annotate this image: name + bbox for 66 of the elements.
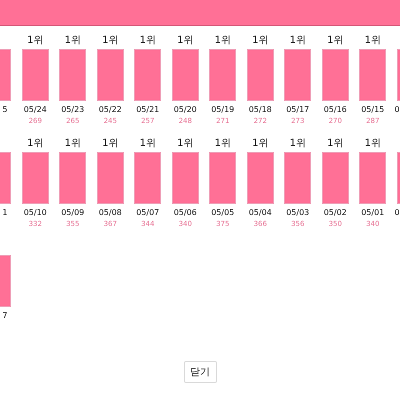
rank-label: 1위 (102, 138, 118, 150)
date-label: 05/19 (210, 105, 236, 115)
rank-bar (359, 152, 386, 204)
rank-bar (22, 152, 49, 204)
rank-bar (134, 49, 162, 101)
rank-bar (359, 49, 386, 101)
rank-bar (22, 49, 49, 101)
date-label: 05/15 (360, 105, 386, 115)
date-label: 05/18 (248, 105, 273, 115)
date-label: 05/05 (210, 208, 236, 218)
rank-label: 1위 (327, 35, 344, 47)
rank-bar (59, 152, 86, 204)
rank-bar (246, 152, 274, 204)
rank-label: 1위 (27, 35, 44, 47)
date-label: 05/08 (98, 208, 123, 218)
date-label: 05/24 (22, 105, 48, 115)
rank-bar (246, 49, 274, 101)
date-label: 7 (1, 311, 8, 321)
date-label: 05/10 (22, 208, 48, 218)
date-label: 1 (1, 208, 8, 218)
rank-bar (172, 49, 199, 101)
date-label: 0 (394, 105, 400, 115)
date-label: 05/02 (322, 208, 348, 218)
rank-label: 1위 (102, 35, 118, 47)
date-label: 05/03 (285, 208, 310, 218)
rank-label: 1위 (140, 35, 156, 47)
rank-label: 1위 (290, 35, 306, 47)
rank-label: 1위 (327, 138, 344, 150)
date-label: 05/17 (285, 105, 310, 115)
rank-bar (209, 152, 236, 204)
rank-label: 1위 (64, 138, 81, 150)
rank-label: 1위 (214, 35, 231, 47)
rank-bar (322, 49, 349, 101)
rank-label: 1위 (252, 35, 268, 47)
rank-label: 1위 (252, 138, 268, 150)
date-label: 05/09 (60, 208, 86, 218)
rank-label: 1위 (140, 138, 156, 150)
rank-bar (96, 49, 124, 101)
rank-label: 1위 (27, 138, 44, 150)
date-label: 05/23 (60, 105, 86, 115)
date-label: 0 (394, 208, 400, 218)
date-label: 05/04 (248, 208, 273, 218)
rank-label: 1위 (64, 35, 81, 47)
rank-label: 1위 (364, 138, 381, 150)
date-label: 05/07 (135, 208, 160, 218)
rank-bar (322, 152, 349, 204)
rank-bar (284, 152, 312, 204)
date-label: 05/21 (135, 105, 160, 115)
rank-bar (209, 49, 236, 101)
date-label: 05/06 (172, 208, 198, 218)
close-button[interactable]: 닫기 (184, 361, 216, 383)
date-label: 05/22 (98, 105, 123, 115)
rank-label: 1위 (177, 138, 194, 150)
rank-bar (134, 152, 162, 204)
rank-label: 1위 (177, 35, 194, 47)
rank-label: 1위 (364, 35, 381, 47)
date-label: 05/01 (360, 208, 386, 218)
rank-label: 1위 (214, 138, 231, 150)
rank-bar (172, 152, 199, 204)
date-label: 05/20 (172, 105, 198, 115)
rank-bar (96, 152, 124, 204)
date-label: 05/16 (322, 105, 348, 115)
rank-label: 1위 (290, 138, 306, 150)
rank-bar (284, 49, 312, 101)
date-label: 5 (1, 105, 8, 115)
rank-bar (59, 49, 86, 101)
